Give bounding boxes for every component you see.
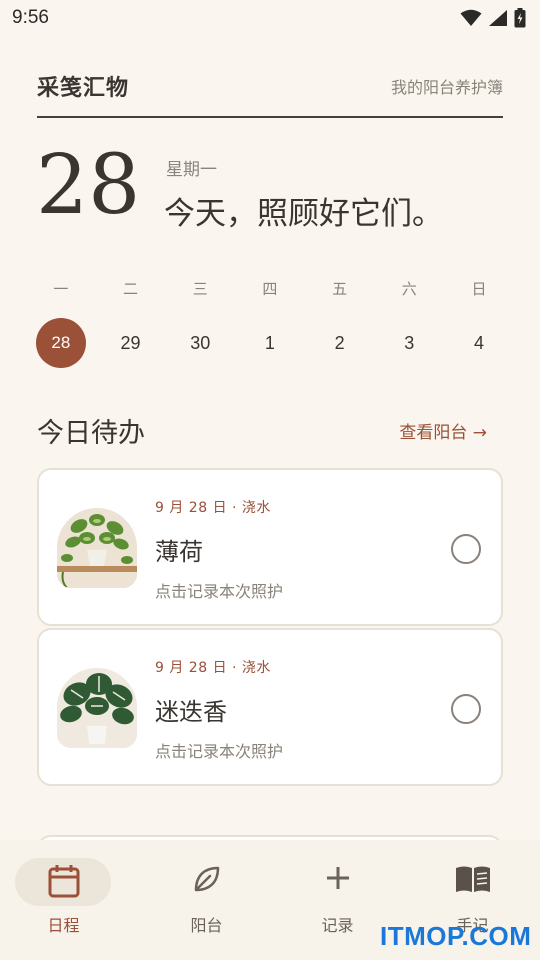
day-cell[interactable]: 2 [305, 318, 375, 368]
greeting-text: 今天，照顾好它们。 [164, 196, 443, 232]
monstera-plant-photo [57, 668, 137, 748]
task-card[interactable]: 9 月 28 日 · 浇水 薄荷 点击记录本次照护 [37, 468, 503, 626]
task-plant-name: 薄荷 [155, 538, 203, 566]
day-number: 30 [190, 332, 211, 353]
big-date-number: 28 [36, 138, 141, 233]
nav-item-balcony[interactable]: 阳台 [135, 840, 270, 960]
plus-icon [326, 867, 349, 889]
task-hint: 点击记录本次照护 [155, 742, 284, 761]
day-cell-selected[interactable]: 28 [26, 318, 96, 368]
day-cell[interactable]: 3 [374, 318, 444, 368]
day-number: 3 [404, 332, 415, 353]
calendar-icon [48, 865, 79, 898]
day-number: 4 [473, 332, 484, 353]
task-plant-name: 迷迭香 [155, 698, 227, 726]
weekday-label: 星期一 [166, 160, 217, 180]
todo-title: 今日待办 [37, 417, 145, 449]
task-card[interactable]: 9 月 28 日 · 浇水 迷迭香 点击记录本次照护 [37, 628, 503, 786]
weekday-sat: 六 [401, 280, 417, 298]
leaf-icon [194, 866, 219, 892]
weekday-tue: 二 [123, 280, 139, 298]
task-complete-checkbox[interactable] [451, 694, 481, 724]
task-hint: 点击记录本次照护 [155, 582, 284, 601]
day-number: 29 [120, 332, 141, 353]
day-number: 2 [334, 332, 345, 353]
todo-section-header: 今日待办 查看阳台 → [37, 410, 487, 450]
view-balcony-link[interactable]: 查看阳台 → [399, 418, 487, 443]
nav-label-balcony: 阳台 [190, 916, 223, 935]
weekday-wed: 三 [192, 280, 208, 298]
wifi-icon [460, 9, 482, 26]
week-day-row: 28 29 30 1 2 3 4 [26, 318, 514, 368]
nav-label-schedule: 日程 [47, 916, 80, 935]
status-icons [460, 8, 526, 28]
app-title: 采笺汇物 [37, 76, 130, 101]
today-date-block: 28 星期一 今天，照顾好它们。 [36, 140, 506, 240]
weekday-thu: 四 [262, 280, 278, 298]
weekday-fri: 五 [332, 280, 348, 298]
day-cell[interactable]: 1 [235, 318, 305, 368]
day-number: 1 [264, 332, 275, 353]
watermark-logo: ITMOP.COM [380, 921, 532, 951]
app-subtitle: 我的阳台养护簿 [390, 78, 503, 97]
task-meta: 9 月 28 日 · 浇水 [155, 660, 271, 676]
weekday-header-row: 一 二 三 四 五 六 日 [26, 278, 514, 300]
day-cell[interactable]: 4 [444, 318, 514, 368]
status-time: 9:56 [12, 7, 49, 28]
app-header: 采笺汇物 我的阳台养护簿 [37, 56, 503, 118]
pothos-plant-photo [57, 508, 137, 588]
day-number: 28 [35, 318, 86, 368]
task-complete-checkbox[interactable] [451, 534, 481, 564]
book-icon [455, 866, 490, 892]
nav-item-schedule[interactable]: 日程 [0, 840, 135, 960]
battery-icon [514, 8, 526, 28]
status-bar: 9:56 [0, 0, 540, 36]
signal-icon [489, 10, 507, 26]
day-cell[interactable]: 29 [96, 318, 166, 368]
weekday-mon: 一 [53, 280, 69, 298]
weekday-sun: 日 [471, 280, 487, 298]
task-meta: 9 月 28 日 · 浇水 [155, 500, 271, 516]
day-cell[interactable]: 30 [165, 318, 235, 368]
